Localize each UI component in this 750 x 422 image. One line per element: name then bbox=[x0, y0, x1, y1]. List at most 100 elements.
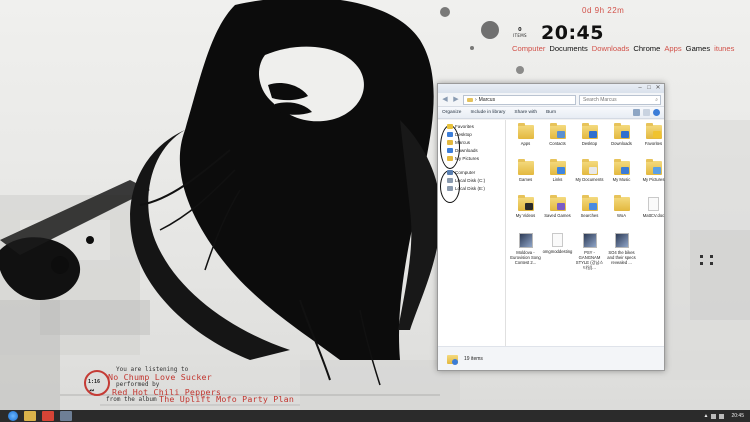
nav-item-computer[interactable]: Computer bbox=[447, 170, 475, 175]
folder-item[interactable]: WoA bbox=[606, 195, 637, 229]
song-title[interactable]: No Chump Love Sucker bbox=[108, 373, 212, 381]
toolbar-organize-button[interactable]: Organize bbox=[442, 110, 461, 115]
show-hidden-icons-icon[interactable]: ▲ bbox=[704, 413, 709, 419]
downloads-icon bbox=[447, 148, 453, 153]
video-thumbnail-icon bbox=[582, 233, 597, 248]
pictures-icon bbox=[447, 156, 453, 161]
nav-item-desktop[interactable]: Desktop bbox=[447, 132, 472, 137]
back-arrow-icon[interactable]: ◀ bbox=[441, 96, 449, 104]
toolbar-share-with-button[interactable]: Share with bbox=[514, 110, 537, 115]
file-list: Apps Contacts Desktop Downloads Favorites Gam… bbox=[506, 120, 664, 346]
folder-item[interactable]: Saved Games bbox=[542, 195, 573, 229]
item-label: My Videos bbox=[515, 213, 536, 218]
folder-item[interactable]: Links bbox=[542, 159, 573, 193]
explorer-taskbar-icon[interactable] bbox=[24, 411, 36, 421]
folder-item[interactable]: My Documents bbox=[574, 159, 605, 193]
folder-icon bbox=[517, 123, 534, 139]
launcher-link-apps[interactable]: Apps bbox=[664, 44, 681, 53]
folder-overlay-icon bbox=[588, 167, 597, 174]
forward-arrow-icon[interactable]: ▶ bbox=[452, 96, 460, 104]
file-item[interactable]: SO4 the bikes and their specs revealed .… bbox=[606, 231, 637, 277]
folder-item[interactable]: Favorites bbox=[638, 123, 669, 157]
taskbar-clock[interactable]: 20:45 bbox=[731, 413, 744, 419]
nav-item-my-pictures[interactable]: My Pictures bbox=[447, 156, 479, 161]
explorer-window[interactable]: – □ ✕ ◀ ▶ › Marcus Search Marcus ⌕ Organ… bbox=[437, 83, 665, 371]
folder-item[interactable]: Desktop bbox=[574, 123, 605, 157]
album-name[interactable]: The Uplift Mofo Party Plan bbox=[159, 395, 294, 403]
address-bar[interactable]: › Marcus bbox=[463, 94, 576, 105]
video-thumbnail-icon bbox=[518, 233, 533, 248]
star-icon bbox=[447, 124, 453, 129]
help-icon[interactable] bbox=[653, 109, 660, 116]
preview-pane-icon[interactable] bbox=[643, 109, 650, 116]
nav-item-local-disk-c-[interactable]: Local Disk (C:) bbox=[447, 178, 485, 183]
nav-item-local-disk-e-[interactable]: Local Disk (E:) bbox=[447, 186, 485, 191]
folder-item[interactable]: Apps bbox=[510, 123, 541, 157]
nav-item-marcus[interactable]: Marcus bbox=[447, 140, 470, 145]
item-label: Links bbox=[552, 177, 563, 182]
item-label: Contacts bbox=[549, 141, 566, 146]
folder-item[interactable]: Searches bbox=[574, 195, 605, 229]
taskbar: ▲ 20:45 bbox=[0, 410, 750, 422]
launcher-link-games[interactable]: Games bbox=[686, 44, 710, 53]
item-label: My Pictures bbox=[642, 177, 665, 182]
launcher-link-downloads[interactable]: Downloads bbox=[592, 44, 630, 53]
file-item[interactable]: MattCV.doc bbox=[638, 195, 669, 229]
window-titlebar[interactable]: – □ ✕ bbox=[438, 84, 664, 93]
folder-item[interactable]: My Videos bbox=[510, 195, 541, 229]
volume-icon[interactable] bbox=[719, 413, 725, 419]
volume-level: ◢◢ bbox=[89, 387, 94, 392]
maximize-button[interactable]: □ bbox=[646, 85, 652, 91]
desktop-icon bbox=[447, 132, 453, 137]
close-button[interactable]: ✕ bbox=[655, 85, 661, 91]
nav-item-favorites[interactable]: Favorites bbox=[447, 124, 474, 129]
minimize-button[interactable]: – bbox=[637, 85, 643, 91]
folder-item[interactable]: My Music bbox=[606, 159, 637, 193]
item-label: PSY - GANGNAM STYLE (강남스타일)... bbox=[575, 250, 604, 270]
item-label: Desktop bbox=[581, 141, 598, 146]
window-taskbar-icon[interactable] bbox=[60, 411, 72, 421]
folder-overlay-icon bbox=[524, 203, 533, 210]
folder-overlay-icon bbox=[556, 203, 565, 210]
folder-overlay-icon bbox=[588, 203, 597, 210]
file-item[interactable]: omgmoddesting bbox=[542, 231, 573, 277]
computer-icon bbox=[447, 170, 453, 175]
command-toolbar: Organize Include in library Share with Burn bbox=[438, 107, 664, 119]
item-label: Favorites bbox=[644, 141, 663, 146]
item-label: omgmoddesting bbox=[542, 249, 573, 254]
toolbar-include-in-library-button[interactable]: Include in library bbox=[470, 110, 505, 115]
folder-item[interactable]: Contacts bbox=[542, 123, 573, 157]
nav-item-label: Local Disk (C:) bbox=[455, 178, 486, 183]
toolbar-burn-button[interactable]: Burn bbox=[546, 110, 556, 115]
folder-icon bbox=[517, 195, 534, 211]
folder-item[interactable]: Downloads bbox=[606, 123, 637, 157]
view-options-icon[interactable] bbox=[633, 109, 640, 116]
chrome-taskbar-icon[interactable] bbox=[42, 411, 54, 421]
video-thumbnail-icon bbox=[614, 233, 629, 248]
folder-item[interactable]: Games bbox=[510, 159, 541, 193]
search-input[interactable]: Search Marcus ⌕ bbox=[579, 94, 661, 105]
nav-item-downloads[interactable]: Downloads bbox=[447, 148, 478, 153]
folder-overlay-icon bbox=[620, 131, 629, 138]
navigation-pane: Favorites Desktop Marcus Downloads My Pictur… bbox=[438, 120, 506, 346]
folder-icon bbox=[446, 353, 458, 365]
nav-item-label: Favorites bbox=[455, 124, 474, 129]
folder-item[interactable]: My Pictures bbox=[638, 159, 669, 193]
launcher-link-computer[interactable]: Computer bbox=[512, 44, 545, 53]
launcher-link-documents[interactable]: Documents bbox=[549, 44, 587, 53]
file-item[interactable]: PSY - GANGNAM STYLE (강남스타일)... bbox=[574, 231, 605, 277]
folder-overlay-icon bbox=[556, 131, 565, 138]
status-bar: 19 items bbox=[438, 346, 664, 370]
item-label: Saved Games bbox=[544, 213, 571, 218]
file-grid: Apps Contacts Desktop Downloads Favorites Gam… bbox=[510, 123, 669, 277]
nav-item-label: Computer bbox=[455, 170, 476, 175]
folder-icon bbox=[549, 159, 566, 175]
start-button[interactable] bbox=[8, 411, 18, 421]
launcher-link-chrome[interactable]: Chrome bbox=[633, 44, 660, 53]
network-icon[interactable] bbox=[711, 413, 717, 419]
address-text: Marcus bbox=[478, 96, 496, 103]
launcher-link-itunes[interactable]: itunes bbox=[714, 44, 734, 53]
item-count: 19 items bbox=[464, 355, 483, 362]
file-item[interactable]: Moldova - Eurovision Song Contest 2... bbox=[510, 231, 541, 277]
item-label: Downloads bbox=[611, 141, 632, 146]
